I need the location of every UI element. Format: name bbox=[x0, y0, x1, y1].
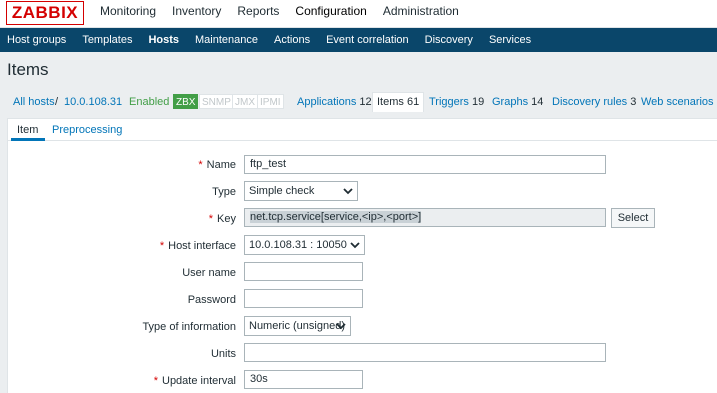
name-label: * Name bbox=[198, 159, 236, 171]
units-input[interactable] bbox=[244, 343, 606, 362]
user-name-label: User name bbox=[182, 267, 236, 279]
password-input[interactable] bbox=[244, 289, 363, 308]
form-tab-item[interactable]: Item bbox=[17, 124, 38, 136]
submenu-maintenance[interactable]: Maintenance bbox=[187, 28, 266, 52]
menu-inventory[interactable]: Inventory bbox=[164, 0, 229, 28]
badge-snmp: SNMP bbox=[199, 94, 234, 109]
submenu-services[interactable]: Services bbox=[481, 28, 539, 52]
submenu-templates[interactable]: Templates bbox=[74, 28, 140, 52]
chevron-down-icon bbox=[343, 188, 353, 195]
menu-configuration[interactable]: Configuration bbox=[287, 0, 374, 28]
tab-applications[interactable]: Applications 12 bbox=[297, 96, 372, 108]
password-label: Password bbox=[187, 294, 236, 306]
main-menu: Monitoring Inventory Reports Configurati… bbox=[92, 0, 467, 28]
submenu-host-groups[interactable]: Host groups bbox=[0, 28, 74, 52]
form-tabs: Item Preprocessing bbox=[8, 119, 717, 141]
sub-navigation: Host groups Templates Hosts Maintenance … bbox=[0, 28, 717, 52]
host-interface-label: * Host interface bbox=[159, 240, 236, 252]
type-of-information-select[interactable]: Numeric (unsigned) bbox=[244, 316, 351, 336]
item-form-panel: Item Preprocessing * Name ftp_test Type S… bbox=[7, 118, 717, 393]
menu-monitoring[interactable]: Monitoring bbox=[92, 0, 164, 28]
active-tab-indicator bbox=[11, 138, 45, 141]
host-interface-select[interactable]: 10.0.108.31 : 10050 bbox=[244, 235, 365, 255]
form-tab-preprocessing[interactable]: Preprocessing bbox=[52, 124, 122, 136]
menu-administration[interactable]: Administration bbox=[375, 0, 467, 28]
chevron-down-icon bbox=[336, 323, 346, 330]
submenu-event-correlation[interactable]: Event correlation bbox=[318, 28, 417, 52]
host-navigation: All hosts / 10.0.108.31 Enabled ZBX SNMP… bbox=[0, 92, 717, 112]
top-navigation: ZABBIX Monitoring Inventory Reports Conf… bbox=[0, 0, 717, 28]
tab-triggers[interactable]: Triggers 19 bbox=[429, 96, 484, 108]
key-label: * Key bbox=[208, 213, 236, 225]
type-of-information-label: Type of information bbox=[142, 321, 236, 333]
tab-web-scenarios[interactable]: Web scenarios bbox=[641, 96, 714, 108]
breadcrumb-all-hosts[interactable]: All hosts bbox=[13, 96, 55, 108]
user-name-input[interactable] bbox=[244, 262, 363, 281]
update-interval-input[interactable]: 30s bbox=[244, 370, 363, 389]
submenu-discovery[interactable]: Discovery bbox=[417, 28, 481, 52]
breadcrumb-host[interactable]: 10.0.108.31 bbox=[64, 96, 122, 108]
menu-reports[interactable]: Reports bbox=[229, 0, 287, 28]
key-select-button[interactable]: Select bbox=[611, 208, 655, 228]
badge-ipmi: IPMI bbox=[257, 94, 284, 109]
tab-graphs[interactable]: Graphs 14 bbox=[492, 96, 543, 108]
submenu-actions[interactable]: Actions bbox=[266, 28, 318, 52]
tab-discovery-rules[interactable]: Discovery rules 3 bbox=[552, 96, 636, 108]
breadcrumb-separator: / bbox=[55, 96, 59, 108]
name-input[interactable]: ftp_test bbox=[244, 155, 606, 174]
units-label: Units bbox=[210, 348, 236, 360]
chevron-down-icon bbox=[350, 242, 360, 249]
zabbix-logo[interactable]: ZABBIX bbox=[6, 1, 84, 25]
submenu-hosts[interactable]: Hosts bbox=[140, 28, 187, 52]
badge-zbx: ZBX bbox=[173, 94, 199, 109]
tab-items[interactable]: Items 61 bbox=[372, 92, 425, 112]
update-interval-label: * Update interval bbox=[153, 375, 236, 387]
host-status-enabled[interactable]: Enabled bbox=[129, 96, 169, 108]
page-title: Items bbox=[7, 60, 49, 79]
type-label: Type bbox=[212, 186, 236, 198]
badge-jmx: JMX bbox=[232, 94, 258, 109]
type-select[interactable]: Simple check bbox=[244, 181, 358, 201]
key-input[interactable]: net.tcp.service[service,<ip>,<port>] bbox=[244, 208, 606, 227]
